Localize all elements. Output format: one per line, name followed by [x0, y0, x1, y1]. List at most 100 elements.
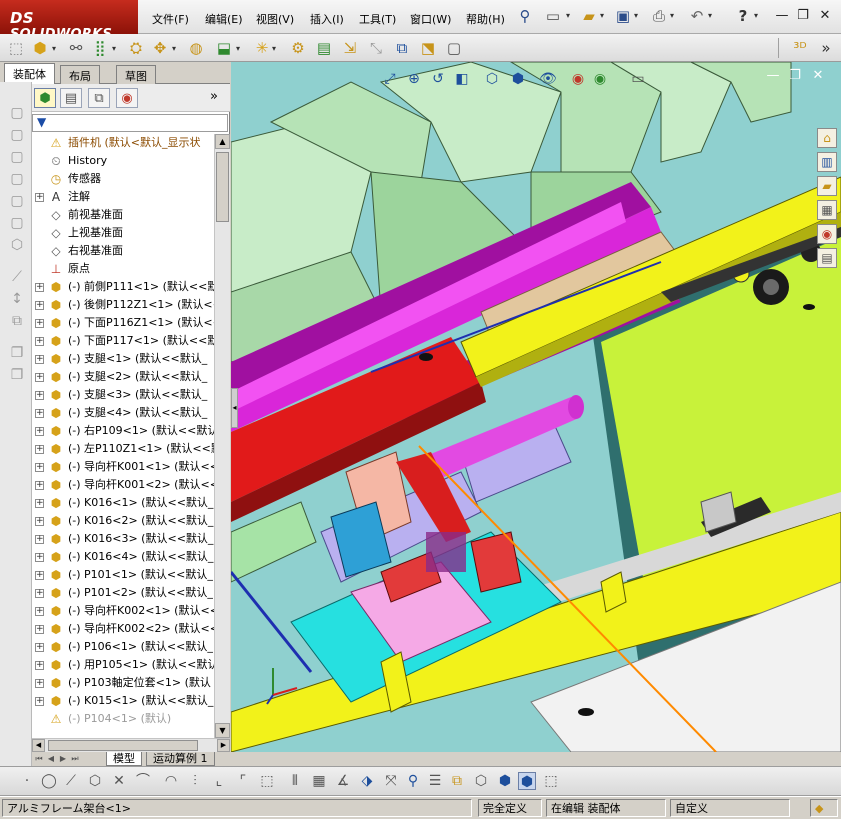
tree-item[interactable]: + ⬢ (-) 前側P111<1> (默认<<默 [32, 278, 214, 296]
edit-component-icon[interactable]: ⬚ [6, 38, 26, 58]
new-dropdown-icon[interactable]: ▾ [566, 12, 573, 20]
layers-icon[interactable]: ☰ [426, 772, 444, 790]
tree-filter[interactable]: ▼ [32, 114, 228, 132]
undo-icon[interactable]: ↶ [688, 7, 706, 25]
scroll-up-arrow[interactable]: ▲ [215, 134, 230, 149]
tree-vertical-scrollbar[interactable]: ▲ ▼ [214, 134, 230, 738]
tab-sketch[interactable]: 草图 [116, 65, 156, 84]
tree-item[interactable]: ◇ 前视基准面 [32, 206, 214, 224]
tab-motion-study[interactable]: 运动算例 1 [146, 752, 215, 766]
tree-item[interactable]: + ⬢ (-) 导向杆K002<2> (默认<< [32, 620, 214, 638]
expand-toggle-icon[interactable]: + [35, 553, 44, 562]
relations-icon[interactable]: ⧉ [448, 772, 466, 790]
restore-button[interactable]: ❐ [795, 8, 811, 24]
expand-toggle-icon[interactable]: + [35, 589, 44, 598]
display-style-icon[interactable]: ⬢ [509, 70, 527, 88]
chamfer-icon[interactable]: ⌜ [234, 772, 252, 790]
tab-last-icon[interactable]: ⏭ [70, 753, 80, 765]
point-icon[interactable]: · [18, 772, 36, 790]
sensor-tool-icon[interactable]: ⚲ [404, 772, 422, 790]
scroll-down-arrow[interactable]: ▼ [215, 723, 230, 738]
tree-item[interactable]: + ⬢ (-) 支腿<2> (默认<<默认_ [32, 368, 214, 386]
sketch-tool-icon[interactable]: ⟋ [8, 268, 26, 286]
exploded-view-icon[interactable]: ⇲ [340, 38, 360, 58]
view-settings-icon[interactable]: ▭ [629, 70, 647, 88]
vertical-scroll-thumb[interactable] [216, 152, 229, 222]
tree-item[interactable]: ⊥ 原点 [32, 260, 214, 278]
tree-item[interactable]: + A 注解 [32, 188, 214, 206]
expand-toggle-icon[interactable]: + [35, 409, 44, 418]
menu-window[interactable]: 窗口(W) [410, 11, 451, 27]
status-units[interactable]: 自定义 [670, 799, 790, 817]
expand-toggle-icon[interactable]: + [35, 319, 44, 328]
tree-item[interactable]: + ⬢ (-) 左P110Z1<1> (默认<<默 [32, 440, 214, 458]
move-dropdown-icon[interactable]: ▾ [172, 44, 176, 53]
tree-item[interactable]: ⚠ (-) P104<1> (默认) [32, 710, 214, 728]
assembly-features-dropdown-icon[interactable]: ▾ [236, 44, 240, 53]
assembly-features-icon[interactable]: ⬓ [214, 38, 234, 58]
grid-icon[interactable]: ▦ [310, 772, 328, 790]
expand-toggle-icon[interactable]: + [35, 571, 44, 580]
centerline-icon[interactable]: ⫶ [186, 772, 204, 790]
3d-sketch-icon[interactable]: ³ᴰ [790, 38, 810, 58]
view-right-icon[interactable]: ▢ [8, 170, 26, 188]
dimension-tool-icon[interactable]: ↕ [8, 290, 26, 308]
zoom-to-fit-icon[interactable]: ⤢ [381, 70, 399, 88]
tree-item[interactable]: ◷ 传感器 [32, 170, 214, 188]
expand-toggle-icon[interactable]: + [35, 355, 44, 364]
tree-item[interactable]: + ⬢ (-) 右P109<1> (默认<<默认 [32, 422, 214, 440]
linear-pattern-icon[interactable]: ⣿ [90, 38, 110, 58]
tree-root-assembly[interactable]: ⚠ 插件机 (默认<默认_显示状 [32, 134, 214, 152]
expand-toggle-icon[interactable]: + [35, 391, 44, 400]
custom-properties-icon[interactable]: ▤ [817, 248, 837, 268]
tree-item[interactable]: + ⬢ (-) K016<3> (默认<<默认_ [32, 530, 214, 548]
measure-icon[interactable]: ⬗ [358, 772, 376, 790]
graphics-viewport[interactable]: ⤢ ⊕ ↺ ◧ ⬡ ⬢ 👁 ◉ ◉ ▭ — ❐ ✕ [231, 62, 841, 752]
tree-item[interactable]: + ⬢ (-) 下面P117<1> (默认<<默 [32, 332, 214, 350]
tree-horizontal-scrollbar[interactable]: ◀ ▶ [32, 738, 230, 752]
section-icon[interactable]: ⤧ [382, 772, 400, 790]
expand-toggle-icon[interactable]: + [35, 445, 44, 454]
new-document-icon[interactable]: ▭ [544, 7, 562, 25]
wireframe-cube-icon[interactable]: ⬡ [472, 772, 490, 790]
move-component-icon[interactable]: ✥ [150, 38, 170, 58]
new-motion-study-icon[interactable]: ⚙ [288, 38, 308, 58]
menu-help[interactable]: 帮助(H) [466, 11, 505, 27]
tree-item[interactable]: + ⬢ (-) K016<1> (默认<<默认_ [32, 494, 214, 512]
solidworks-logo[interactable]: DS SOLIDWORKS [0, 0, 138, 42]
appearances-icon[interactable]: ◉ [817, 224, 837, 244]
print-dropdown-icon[interactable]: ▾ [670, 12, 677, 20]
tree-item[interactable]: + ⬢ (-) P101<1> (默认<<默认_ [32, 566, 214, 584]
expand-toggle-icon[interactable]: + [35, 625, 44, 634]
tree-item[interactable]: + ⬢ (-) 支腿<3> (默认<<默认_ [32, 386, 214, 404]
expand-toggle-icon[interactable]: + [35, 679, 44, 688]
toolbar-overflow-icon[interactable]: » [816, 38, 836, 58]
expand-toggle-icon[interactable]: + [35, 535, 44, 544]
save-icon[interactable]: ▣ [614, 7, 632, 25]
tangent-arc-icon[interactable]: ⌒ [134, 772, 152, 790]
expand-toggle-icon[interactable]: + [35, 697, 44, 706]
zoom-to-area-icon[interactable]: ⊕ [405, 70, 423, 88]
copy-tool-icon[interactable]: ❐ [8, 344, 26, 362]
view-top-icon[interactable]: ▢ [8, 192, 26, 210]
expand-toggle-icon[interactable]: + [35, 643, 44, 652]
model-3d-render[interactable] [231, 62, 841, 752]
arc-icon[interactable]: ◠ [162, 772, 180, 790]
viewport-restore-button[interactable]: ❐ [787, 68, 803, 84]
simulation-icon[interactable]: ▢ [444, 38, 464, 58]
tree-item[interactable]: + ⬢ (-) 导向杆K001<2> (默认<< [32, 476, 214, 494]
apply-scene-icon[interactable]: ◉ [591, 70, 609, 88]
tab-next-icon[interactable]: ▶ [58, 753, 68, 765]
trim-icon[interactable]: ✕ [110, 772, 128, 790]
view-iso-icon[interactable]: ⬡ [8, 236, 26, 254]
reference-geometry-icon[interactable]: ✳ [252, 38, 272, 58]
show-hidden-components-icon[interactable]: ◍ [186, 38, 206, 58]
expand-toggle-icon[interactable]: + [35, 607, 44, 616]
line-icon[interactable]: ⟋ [62, 772, 80, 790]
tree-item[interactable]: + ⬢ (-) 下面P116Z1<1> (默认<< [32, 314, 214, 332]
design-library-icon[interactable]: ▥ [817, 152, 837, 172]
view-back-icon[interactable]: ▢ [8, 126, 26, 144]
tree-item[interactable]: + ⬢ (-) 用P105<1> (默认<<默认 [32, 656, 214, 674]
shaded-cube-icon[interactable]: ⬢ [496, 772, 514, 790]
mirror-icon[interactable]: ⫴ [286, 772, 304, 790]
